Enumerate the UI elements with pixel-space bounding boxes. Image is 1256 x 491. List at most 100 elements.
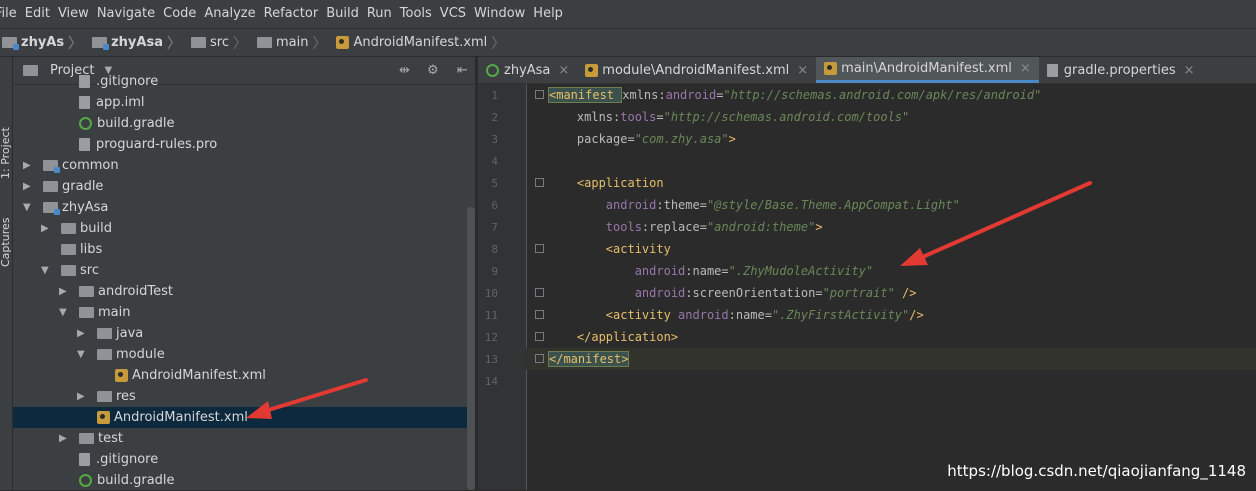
expanded-arrow-icon[interactable]: ▼ — [59, 307, 71, 318]
collapsed-arrow-icon[interactable]: ▶ — [41, 223, 53, 234]
chevron-right-icon: 〉 — [491, 35, 506, 52]
menu-analyze[interactable]: Analyze — [204, 0, 263, 28]
menu-tools[interactable]: Tools — [400, 0, 440, 28]
editor-tab[interactable]: module\AndroidManifest.xml × — [577, 57, 816, 83]
code-token: "@style/Base.Theme.AppCompat.Light" — [706, 198, 960, 212]
tree-item[interactable]: .gitignore — [13, 71, 475, 92]
menu-vcs[interactable]: VCS — [440, 0, 474, 28]
gradle-icon — [79, 117, 92, 130]
collapsed-arrow-icon[interactable]: ▶ — [23, 181, 35, 192]
module-folder-icon — [43, 202, 60, 215]
menu-edit[interactable]: Edit — [25, 0, 58, 28]
fold-icon[interactable] — [535, 354, 544, 363]
line-number: 4 — [491, 155, 498, 168]
tree-item[interactable]: libs — [13, 239, 475, 260]
menu-refactor[interactable]: Refactor — [264, 0, 327, 28]
menu-build[interactable]: Build — [326, 0, 367, 28]
folder-icon — [97, 349, 112, 360]
collapsed-arrow-icon[interactable]: ▶ — [23, 160, 35, 171]
tree-item-label: build — [80, 221, 112, 236]
tree-item[interactable]: ▶ androidTest — [13, 281, 475, 302]
editor-tab[interactable]: main\AndroidManifest.xml × — [816, 57, 1039, 83]
collapsed-arrow-icon[interactable]: ▶ — [77, 391, 89, 402]
code-token: > — [728, 132, 736, 146]
tree-item[interactable]: ▶ java — [13, 323, 475, 344]
code-token: :name= — [685, 264, 729, 278]
tree-item[interactable]: ▼ module — [13, 344, 475, 365]
close-icon[interactable]: × — [558, 63, 569, 78]
menu-file[interactable]: File — [0, 0, 25, 28]
menu-window[interactable]: Window — [474, 0, 533, 28]
project-tree-scrollbar[interactable] — [467, 207, 475, 490]
module-folder-icon — [2, 37, 19, 50]
breadcrumb-label: main — [275, 35, 309, 50]
code-token: package= — [548, 132, 635, 146]
breadcrumb-item[interactable]: AndroidManifest.xml 〉 — [336, 33, 511, 53]
editor-tab-label: gradle.properties — [1063, 62, 1176, 78]
menu-navigate[interactable]: Navigate — [97, 0, 163, 28]
tree-item[interactable]: ▶ gradle — [13, 176, 475, 197]
close-icon[interactable]: × — [797, 63, 808, 78]
tree-item[interactable]: AndroidManifest.xml — [13, 365, 475, 386]
line-number: 9 — [491, 265, 498, 278]
code-line: <application — [548, 172, 664, 194]
collapsed-arrow-icon[interactable]: ▶ — [77, 328, 89, 339]
editor-tab[interactable]: gradle.properties × — [1039, 57, 1203, 83]
code-line: <activity — [548, 238, 671, 260]
tree-item-label: proguard-rules.pro — [96, 137, 218, 152]
fold-icon[interactable] — [535, 90, 544, 99]
fold-icon[interactable] — [535, 332, 544, 341]
line-number: 2 — [491, 111, 498, 124]
menu-view[interactable]: View — [58, 0, 97, 28]
collapsed-arrow-icon[interactable]: ▶ — [59, 286, 71, 297]
project-tool-tab[interactable]: 1: Project — [0, 119, 12, 179]
menu-help[interactable]: Help — [533, 0, 571, 28]
breadcrumb-item[interactable]: main 〉 — [256, 33, 332, 53]
tree-item[interactable]: ▼ src — [13, 260, 475, 281]
expanded-arrow-icon[interactable]: ▼ — [41, 265, 53, 276]
tree-item-label: main — [98, 305, 131, 320]
folder-icon — [61, 223, 76, 234]
tree-item[interactable]: AndroidManifest.xml — [13, 407, 475, 428]
fold-icon[interactable] — [535, 244, 544, 253]
tree-item[interactable]: app.iml — [13, 92, 475, 113]
code-token: <manifest — [548, 87, 623, 103]
tree-item[interactable]: ▼ main — [13, 302, 475, 323]
tree-item[interactable]: ▶ common — [13, 155, 475, 176]
menu-code[interactable]: Code — [163, 0, 204, 28]
breadcrumb-item[interactable]: src 〉 — [190, 33, 253, 53]
code-line: android:theme="@style/Base.Theme.AppComp… — [548, 194, 960, 216]
fold-icon[interactable] — [535, 288, 544, 297]
collapsed-arrow-icon[interactable]: ▶ — [59, 433, 71, 444]
fold-icon[interactable] — [535, 178, 544, 187]
tree-item[interactable]: .gitignore — [13, 449, 475, 470]
close-icon[interactable]: × — [1184, 63, 1195, 78]
tree-item[interactable]: build.gradle — [13, 470, 475, 491]
menu-run[interactable]: Run — [367, 0, 400, 28]
tree-item[interactable]: build.gradle — [13, 113, 475, 134]
folder-icon — [61, 244, 76, 255]
code-line: xmlns:tools="http://schemas.android.com/… — [548, 106, 909, 128]
tree-item[interactable]: proguard-rules.pro — [13, 134, 475, 155]
expanded-arrow-icon[interactable]: ▼ — [23, 202, 35, 213]
tree-item-label: test — [98, 431, 123, 446]
breadcrumb-item[interactable]: zhyAs 〉 — [2, 33, 88, 53]
close-icon[interactable]: × — [1020, 61, 1031, 76]
line-number: 8 — [491, 243, 498, 256]
tree-item-label: java — [116, 326, 144, 341]
fold-icon[interactable] — [535, 310, 544, 319]
expanded-arrow-icon[interactable]: ▼ — [77, 349, 89, 360]
code-token: :name= — [728, 308, 772, 322]
tree-item[interactable]: ▶ test — [13, 428, 475, 449]
tree-item[interactable]: ▼ zhyAsa — [13, 197, 475, 218]
captures-tool-tab[interactable]: Captures — [0, 207, 12, 267]
tree-item[interactable]: ▶ res — [13, 386, 475, 407]
chevron-right-icon: 〉 — [166, 35, 181, 52]
code-token: ".ZhyFirstActivity" — [771, 308, 910, 322]
file-icon — [79, 453, 90, 466]
breadcrumb-item[interactable]: zhyAsa 〉 — [92, 33, 187, 53]
tree-item[interactable]: ▶ build — [13, 218, 475, 239]
editor-tab[interactable]: zhyAsa × — [478, 57, 577, 83]
